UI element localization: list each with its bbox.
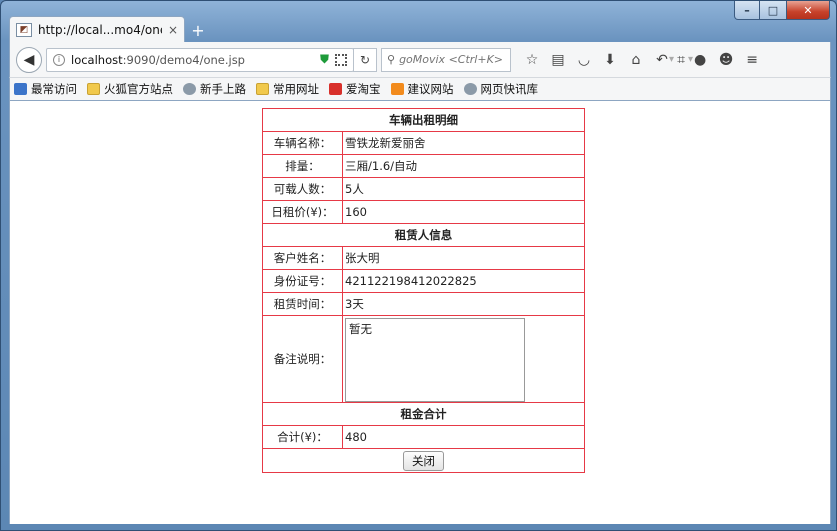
table-row: 客户姓名： 张大明 [262,246,585,270]
daily-rent-label: 日租价(¥)： [262,200,343,224]
bookmark-item[interactable]: 爱淘宝 [329,81,381,97]
table-row: 备注说明： 暂无 [262,315,585,403]
folder-icon [87,83,100,95]
browser-window: – □ ✕ ◩ http://local...mo4/one.jsp × + ◀… [0,0,837,531]
toolbar-icons: ☆ ▤ ◡ ⬇ ⌂ ↶ ▾ ⌗ ▾ ● ☻ ≡ [519,47,765,73]
download-icon[interactable]: ⬇ [597,47,623,73]
arrow-left-icon: ◀ [23,51,35,68]
total-label: 合计(¥)： [262,425,343,449]
customer-name-label: 客户姓名： [262,246,343,270]
table-row: 排量： 三厢/1.6/自动 [262,154,585,178]
search-input[interactable] [399,53,505,66]
smiley-icon[interactable]: ☻ [713,47,739,73]
minimize-button[interactable]: – [734,1,760,20]
section-title-total: 租金合计 [262,402,585,426]
reload-button[interactable]: ↻ [353,47,377,72]
reading-list-icon[interactable]: ▤ [545,47,571,73]
folder-icon [256,83,269,95]
action-cell: 关闭 [262,448,585,473]
bookmarks-bar: 最常访问 火狐官方站点 新手上路 常用网址 爱淘宝 建议网站 网页快讯库 [9,77,831,101]
displacement-label: 排量： [262,154,343,178]
tab-title: http://local...mo4/one.jsp [38,22,162,37]
remark-textarea[interactable]: 暂无 [345,317,525,402]
capacity-label: 可载人数： [262,177,343,201]
most-visited-icon [14,83,27,95]
bookmark-item[interactable]: 建议网站 [390,81,454,97]
id-number-value: 421122198412022825 [342,269,585,293]
window-controls: – □ ✕ [734,1,830,21]
bookmark-item[interactable]: 常用网址 [256,81,319,97]
rent-time-label: 租赁时间： [262,292,343,316]
table-row: 可载人数： 5人 [262,177,585,201]
bookmark-item[interactable]: 火狐官方站点 [87,81,173,97]
page-viewport: 车辆出租明细 车辆名称： 雪铁龙新爱丽舍 排量： 三厢/1.6/自动 可载人数：… [9,101,831,524]
browser-tab[interactable]: ◩ http://local...mo4/one.jsp × [9,16,185,42]
section-title-renter: 租赁人信息 [262,223,585,247]
table-row: 身份证号： 421122198412022825 [262,269,585,293]
rental-detail-table: 车辆出租明细 车辆名称： 雪铁龙新爱丽舍 排量： 三厢/1.6/自动 可载人数：… [262,108,585,473]
back-button[interactable]: ◀ [16,46,42,73]
search-icon: ⚲ [387,53,396,66]
pocket-icon[interactable]: ◡ [571,47,597,73]
table-row: 合计(¥)： 480 [262,425,585,449]
bookmark-item[interactable]: 最常访问 [14,81,77,97]
remark-cell: 暂无 [342,315,585,403]
navigation-toolbar: ◀ i localhost:9090/demo4/one.jsp ⛊ ↻ ⚲ ☆… [9,42,831,77]
url-path: :9090/demo4/one.jsp [122,52,245,67]
bookmark-item[interactable]: 新手上路 [183,81,246,97]
address-bar[interactable]: i localhost:9090/demo4/one.jsp ⛊ [46,47,354,72]
daily-rent-value: 160 [342,200,585,224]
globe-icon [183,83,196,95]
home-icon[interactable]: ⌂ [623,47,649,73]
table-row: 租赁时间： 3天 [262,292,585,316]
capacity-value: 5人 [342,177,585,201]
section-title-vehicle: 车辆出租明细 [262,108,585,132]
bookmark-star-icon[interactable]: ☆ [519,47,545,73]
rent-time-value: 3天 [342,292,585,316]
url-host: localhost [71,52,123,67]
reload-icon: ↻ [359,52,371,67]
qr-code-icon[interactable] [335,53,347,66]
table-row: 车辆名称： 雪铁龙新爱丽舍 [262,131,585,155]
close-button[interactable]: 关闭 [403,450,444,471]
page-favicon-icon: ◩ [16,22,32,37]
tab-strip: ◩ http://local...mo4/one.jsp × + [9,14,211,42]
tab-close-icon[interactable]: × [168,23,178,37]
remark-label: 备注说明： [262,315,343,403]
chat-icon[interactable]: ● [687,47,713,73]
id-number-label: 身份证号： [262,269,343,293]
displacement-value: 三厢/1.6/自动 [342,154,585,178]
info-icon[interactable]: i [53,53,65,66]
new-tab-button[interactable]: + [185,18,211,42]
menu-icon[interactable]: ≡ [739,47,765,73]
bookmark-item[interactable]: 网页快讯库 [463,81,538,97]
vehicle-name-value: 雪铁龙新爱丽舍 [342,131,585,155]
maximize-button[interactable]: □ [760,1,786,20]
suggested-sites-icon [390,83,404,95]
shield-icon[interactable]: ⛊ [320,52,329,67]
window-close-button[interactable]: ✕ [786,1,830,20]
taobao-icon [329,83,342,95]
url-text[interactable]: localhost:9090/demo4/one.jsp [71,53,314,67]
customer-name-value: 张大明 [342,246,585,270]
search-box[interactable]: ⚲ [381,47,511,72]
total-value: 480 [342,425,585,449]
vehicle-name-label: 车辆名称： [262,131,343,155]
table-row: 日租价(¥)： 160 [262,200,585,224]
globe-icon [463,83,477,95]
